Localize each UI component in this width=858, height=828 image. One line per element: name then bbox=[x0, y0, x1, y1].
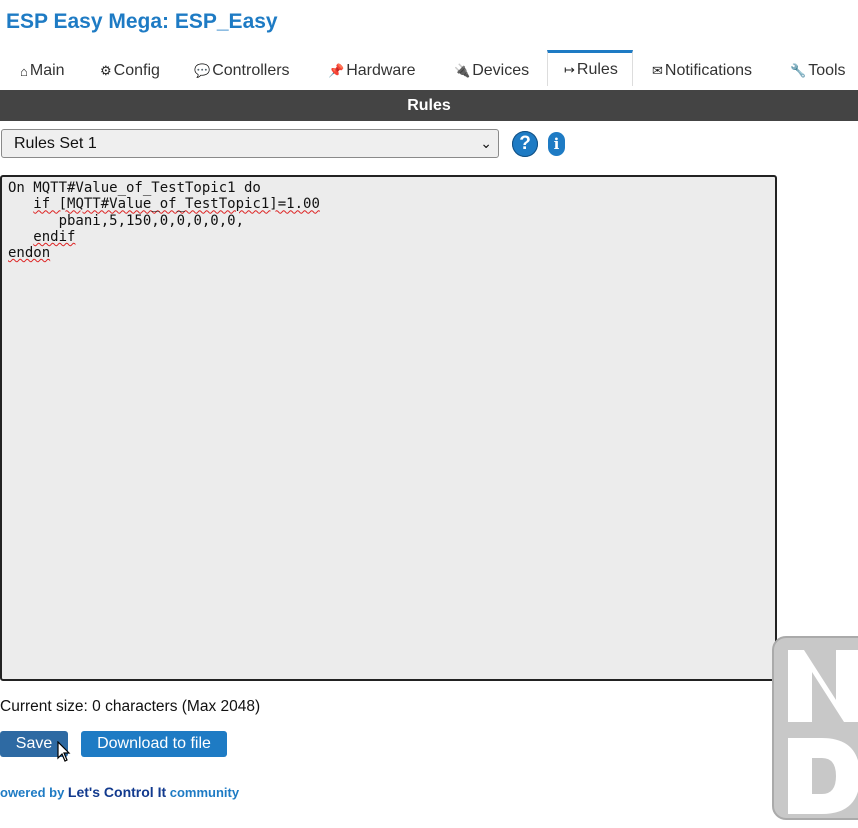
editor-line: endon bbox=[8, 245, 51, 262]
plug-icon: 🔌 bbox=[454, 63, 471, 78]
tab-label: Config bbox=[113, 62, 160, 79]
gear-icon: ⚙ bbox=[100, 63, 112, 78]
section-header: Rules bbox=[0, 90, 858, 121]
envelope-icon: ✉ bbox=[652, 63, 663, 78]
tab-notifications[interactable]: ✉ Notifications bbox=[652, 56, 752, 86]
tab-rules[interactable]: ↦ Rules bbox=[547, 50, 633, 86]
chat-icon: 💬 bbox=[194, 63, 211, 78]
arrow-icon: ↦ bbox=[564, 61, 575, 77]
editor-line: pbani,5,150,0,0,0,0,0, bbox=[58, 212, 245, 229]
rules-editor[interactable]: On MQTT#Value_of_TestTopic1 do if [MQTT#… bbox=[0, 175, 777, 681]
mouse-cursor-icon bbox=[57, 741, 71, 762]
footer-brand-link[interactable]: Let's Control It bbox=[68, 784, 166, 800]
tab-label: Tools bbox=[808, 62, 846, 79]
footer: owered by Let's Control It community bbox=[0, 784, 239, 800]
page-title: ESP Easy Mega: ESP_Easy bbox=[6, 10, 278, 33]
tab-label: Notifications bbox=[664, 62, 753, 79]
tab-devices[interactable]: 🔌 Devices bbox=[454, 56, 529, 86]
current-size-text: Current size: 0 characters (Max 2048) bbox=[0, 698, 261, 715]
footer-suffix: community bbox=[169, 785, 240, 800]
rules-set-select[interactable]: Rules Set 1 ⌄ bbox=[1, 129, 499, 158]
editor-line: if [MQTT#Value_of_TestTopic1]=1.00 bbox=[33, 196, 320, 213]
tab-tools[interactable]: 🔧 Tools bbox=[790, 56, 846, 86]
pin-icon: 📌 bbox=[328, 63, 345, 78]
tab-label: Hardware bbox=[346, 62, 416, 79]
tab-controllers[interactable]: 💬 Controllers bbox=[194, 56, 290, 86]
chevron-down-icon: ⌄ bbox=[480, 135, 492, 151]
tab-main[interactable]: ⌂ Main bbox=[20, 56, 65, 86]
help-icon[interactable]: ? bbox=[512, 131, 538, 157]
tab-label: Main bbox=[29, 62, 65, 79]
footer-prefix: owered by bbox=[0, 785, 65, 800]
nav-tabs: ⌂ Main ⚙ Config 💬 Controllers 📌 Hardware… bbox=[0, 48, 858, 90]
rules-set-value: Rules Set 1 bbox=[14, 134, 97, 152]
editor-line: On MQTT#Value_of_TestTopic1 do bbox=[8, 180, 261, 196]
wrench-icon: 🔧 bbox=[790, 63, 807, 78]
tab-hardware[interactable]: 📌 Hardware bbox=[328, 56, 416, 86]
editor-line: endif bbox=[33, 228, 76, 245]
download-button[interactable]: Download to file bbox=[81, 731, 227, 757]
tab-config[interactable]: ⚙ Config bbox=[100, 56, 160, 86]
section-title: Rules bbox=[407, 96, 451, 114]
tab-label: Controllers bbox=[212, 62, 290, 79]
house-icon: ⌂ bbox=[20, 63, 28, 79]
info-icon[interactable]: i bbox=[548, 132, 565, 156]
tab-label: Rules bbox=[576, 60, 618, 78]
watermark-logo bbox=[772, 636, 858, 820]
tab-label: Devices bbox=[472, 62, 530, 79]
